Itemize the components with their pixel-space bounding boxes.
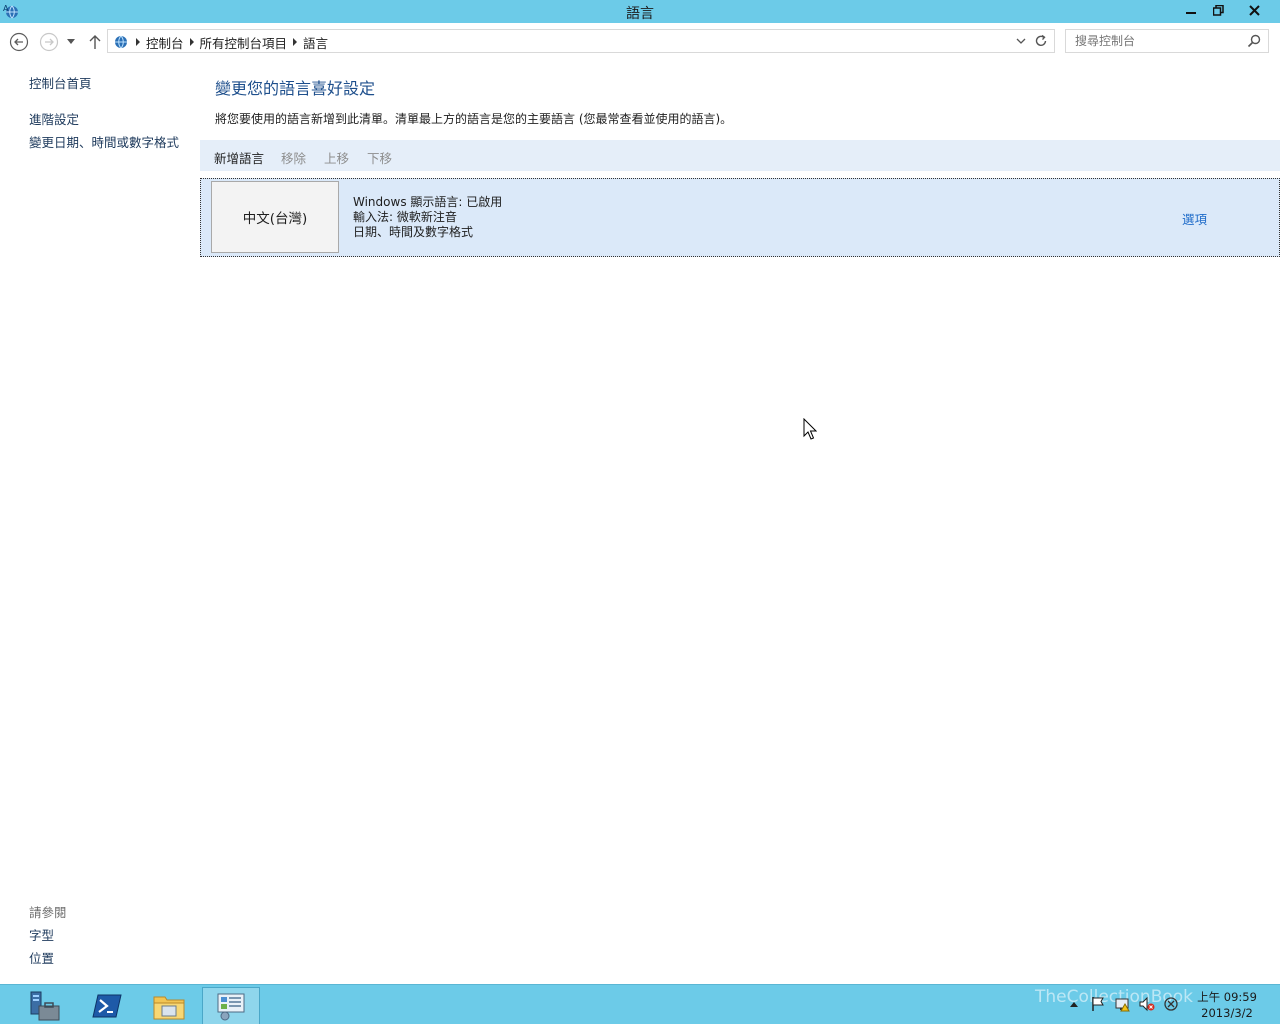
forward-arrow-icon — [39, 32, 59, 52]
clock-time: 上午 09:59 — [1197, 990, 1257, 1004]
language-options-link[interactable]: 選項 — [1182, 209, 1207, 228]
restore-button[interactable] — [1205, 0, 1231, 20]
minimize-button[interactable] — [1178, 0, 1204, 20]
breadcrumb-all-items[interactable]: 所有控制台項目 — [200, 33, 288, 52]
input-method: 輸入法: 微軟新注音 — [353, 210, 457, 224]
refresh-button[interactable] — [1033, 33, 1049, 49]
clock-date: 2013/3/2 — [1201, 1006, 1253, 1020]
restore-icon — [1212, 4, 1224, 16]
control-panel-globe-icon — [115, 35, 127, 49]
volume-button[interactable] — [1138, 995, 1156, 1013]
breadcrumb: 控制台 所有控制台項目 語言 — [112, 33, 334, 51]
breadcrumb-language[interactable]: 語言 — [303, 33, 328, 52]
show-hidden-icons-button[interactable] — [1070, 995, 1078, 1013]
language-list-item[interactable]: 中文(台灣) Windows 顯示語言: 已啟用 輸入法: 微軟新注音 日期、時… — [200, 178, 1280, 257]
network-button[interactable] — [1114, 995, 1132, 1013]
search-input[interactable] — [1066, 30, 1244, 52]
control-panel-icon — [217, 993, 245, 1021]
fonts-link[interactable]: 字型 — [29, 925, 54, 944]
date-time-number-format: 日期、時間及數字格式 — [353, 225, 474, 239]
sync-disabled-icon — [1164, 997, 1178, 1011]
breadcrumb-control-panel[interactable]: 控制台 — [146, 33, 184, 52]
back-button[interactable] — [8, 31, 30, 53]
language-details: Windows 顯示語言: 已啟用 輸入法: 微軟新注音 日期、時間及數字格式 — [353, 195, 502, 240]
close-icon — [1249, 4, 1260, 16]
page-title: 變更您的語言喜好設定 — [215, 79, 376, 98]
breadcrumb-separator[interactable] — [293, 38, 298, 46]
breadcrumb-separator[interactable] — [136, 38, 140, 46]
display-language-status: Windows 顯示語言: 已啟用 — [353, 195, 503, 209]
left-pane: 控制台首頁 進階設定 變更日期、時間或數字格式 請參閱 字型 位置 — [0, 59, 200, 984]
page-description: 將您要使用的語言新增到此清單。清單最上方的語言是您的主要語言 (您最常查看並使用… — [215, 112, 733, 126]
network-warning-icon — [1115, 998, 1130, 1012]
taskbar: TheCollectionBook 上午 09:59 2013/3/2 — [0, 984, 1280, 1024]
back-arrow-icon — [9, 32, 29, 52]
refresh-icon — [1035, 34, 1047, 47]
server-manager-button[interactable] — [16, 987, 74, 1024]
mouse-pointer-icon — [803, 418, 817, 440]
forward-button[interactable] — [38, 31, 60, 53]
chevron-up-icon — [1070, 1002, 1078, 1007]
breadcrumb-separator[interactable] — [189, 38, 194, 46]
system-clock[interactable]: 上午 09:59 2013/3/2 — [1196, 989, 1258, 1021]
file-explorer-button[interactable] — [140, 987, 198, 1024]
navigation-bar: 控制台 所有控制台項目 語言 — [0, 23, 1280, 59]
up-arrow-icon — [89, 35, 101, 49]
control-panel-home-link[interactable]: 控制台首頁 — [29, 73, 92, 92]
address-dropdown-button[interactable] — [1014, 33, 1028, 49]
advanced-settings-link[interactable]: 進階設定 — [29, 109, 79, 128]
change-date-time-format-link[interactable]: 變更日期、時間或數字格式 — [29, 132, 179, 151]
add-language-button[interactable]: 新增語言 — [214, 148, 264, 167]
recent-locations-button[interactable] — [62, 31, 80, 53]
close-button[interactable] — [1232, 0, 1277, 20]
powershell-button[interactable] — [78, 987, 136, 1024]
address-bar[interactable]: 控制台 所有控制台項目 語言 — [107, 29, 1055, 53]
up-button[interactable] — [84, 31, 106, 53]
sync-status-button[interactable] — [1163, 995, 1179, 1013]
move-down-button[interactable]: 下移 — [367, 148, 392, 167]
remove-button[interactable]: 移除 — [281, 148, 306, 167]
flag-icon — [1092, 997, 1104, 1011]
search-box[interactable] — [1065, 29, 1269, 53]
title-bar: A 語言 — [0, 0, 1280, 23]
move-up-button[interactable]: 上移 — [324, 148, 349, 167]
control-panel-button[interactable] — [202, 987, 260, 1024]
language-toolbar: 新增語言 移除 上移 下移 — [200, 140, 1280, 171]
file-explorer-icon — [153, 996, 185, 1020]
chevron-down-icon — [1016, 38, 1026, 44]
see-also-label: 請參閱 — [29, 905, 67, 920]
window-title: 語言 — [626, 6, 654, 22]
speaker-muted-icon — [1139, 996, 1155, 1012]
search-icon[interactable] — [1246, 33, 1262, 49]
location-link[interactable]: 位置 — [29, 948, 54, 967]
server-manager-icon — [30, 991, 60, 1021]
minimize-icon — [1186, 12, 1196, 14]
language-tile[interactable]: 中文(台灣) — [211, 181, 339, 253]
action-center-button[interactable] — [1090, 995, 1106, 1013]
powershell-icon — [92, 994, 122, 1018]
chevron-down-icon — [67, 39, 75, 44]
